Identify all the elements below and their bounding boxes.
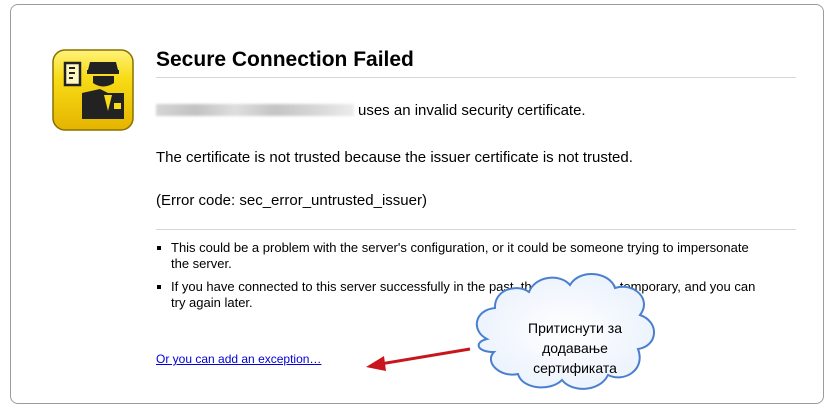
page-title: Secure Connection Failed — [156, 48, 796, 78]
divider — [156, 229, 796, 230]
annotation-line: сертификата — [533, 360, 617, 376]
not-trusted-message: The certificate is not trusted because t… — [156, 149, 633, 166]
cert-message: uses an invalid security certificate. — [156, 102, 586, 119]
advice-item: If you have connected to this server suc… — [156, 279, 756, 311]
advice-list: This could be a problem with the server'… — [156, 240, 756, 318]
annotation-text: Притиснути за додавање сертификата — [505, 318, 645, 378]
redacted-hostname — [156, 104, 354, 116]
advice-item: This could be a problem with the server'… — [156, 240, 756, 272]
annotation-line: додавање — [542, 340, 608, 356]
officer-warning-icon — [52, 49, 134, 131]
annotation-line: Притиснути за — [528, 320, 622, 336]
error-code: (Error code: sec_error_untrusted_issuer) — [156, 192, 427, 209]
add-exception-link[interactable]: Or you can add an exception… — [156, 352, 321, 366]
cert-message-text: uses an invalid security certificate. — [358, 102, 586, 119]
